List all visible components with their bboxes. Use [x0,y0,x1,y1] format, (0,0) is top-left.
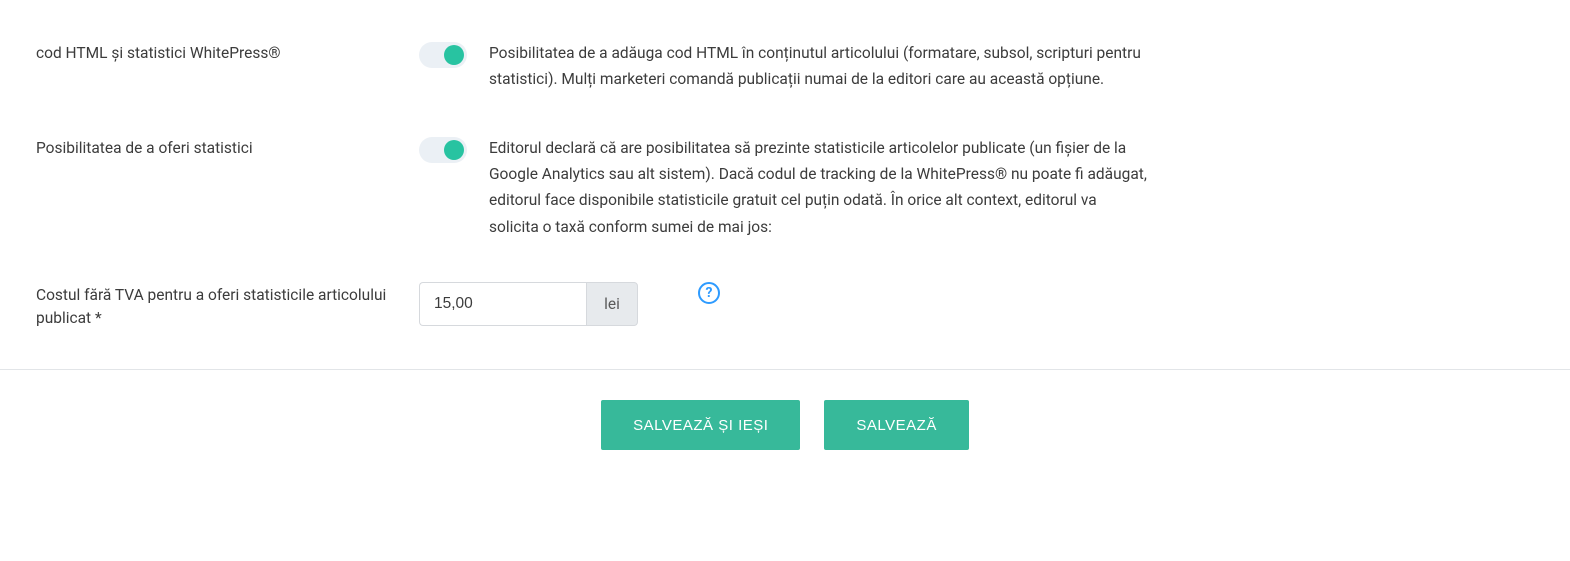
control-html-code: Posibilitatea de a adăuga cod HTML în co… [419,40,1534,93]
toggle-html-code[interactable] [419,42,467,68]
cost-unit: lei [586,282,638,326]
row-html-code: cod HTML și statistici WhitePress® Posib… [36,40,1534,93]
save-exit-button[interactable]: SALVEAZĂ ȘI IEȘI [601,400,800,450]
row-cost: Costul fără TVA pentru a oferi statistic… [36,282,1534,329]
label-cost: Costul fără TVA pentru a oferi statistic… [36,282,419,329]
row-stats: Posibilitatea de a oferi statistici Edit… [36,135,1534,240]
desc-stats: Editorul declară că are posibilitatea să… [489,135,1149,240]
cost-input[interactable] [419,282,586,326]
input-group-cost: lei [419,282,638,326]
save-button[interactable]: SALVEAZĂ [824,400,968,450]
label-html-code: cod HTML și statistici WhitePress® [36,40,419,64]
footer-actions: SALVEAZĂ ȘI IEȘI SALVEAZĂ [0,369,1570,490]
toggle-stats[interactable] [419,137,467,163]
label-stats: Posibilitatea de a oferi statistici [36,135,419,159]
form-section: cod HTML și statistici WhitePress® Posib… [0,0,1570,369]
desc-html-code: Posibilitatea de a adăuga cod HTML în co… [489,40,1149,93]
help-icon[interactable]: ? [698,282,720,304]
control-cost: lei ? [419,282,1534,326]
control-stats: Editorul declară că are posibilitatea să… [419,135,1534,240]
